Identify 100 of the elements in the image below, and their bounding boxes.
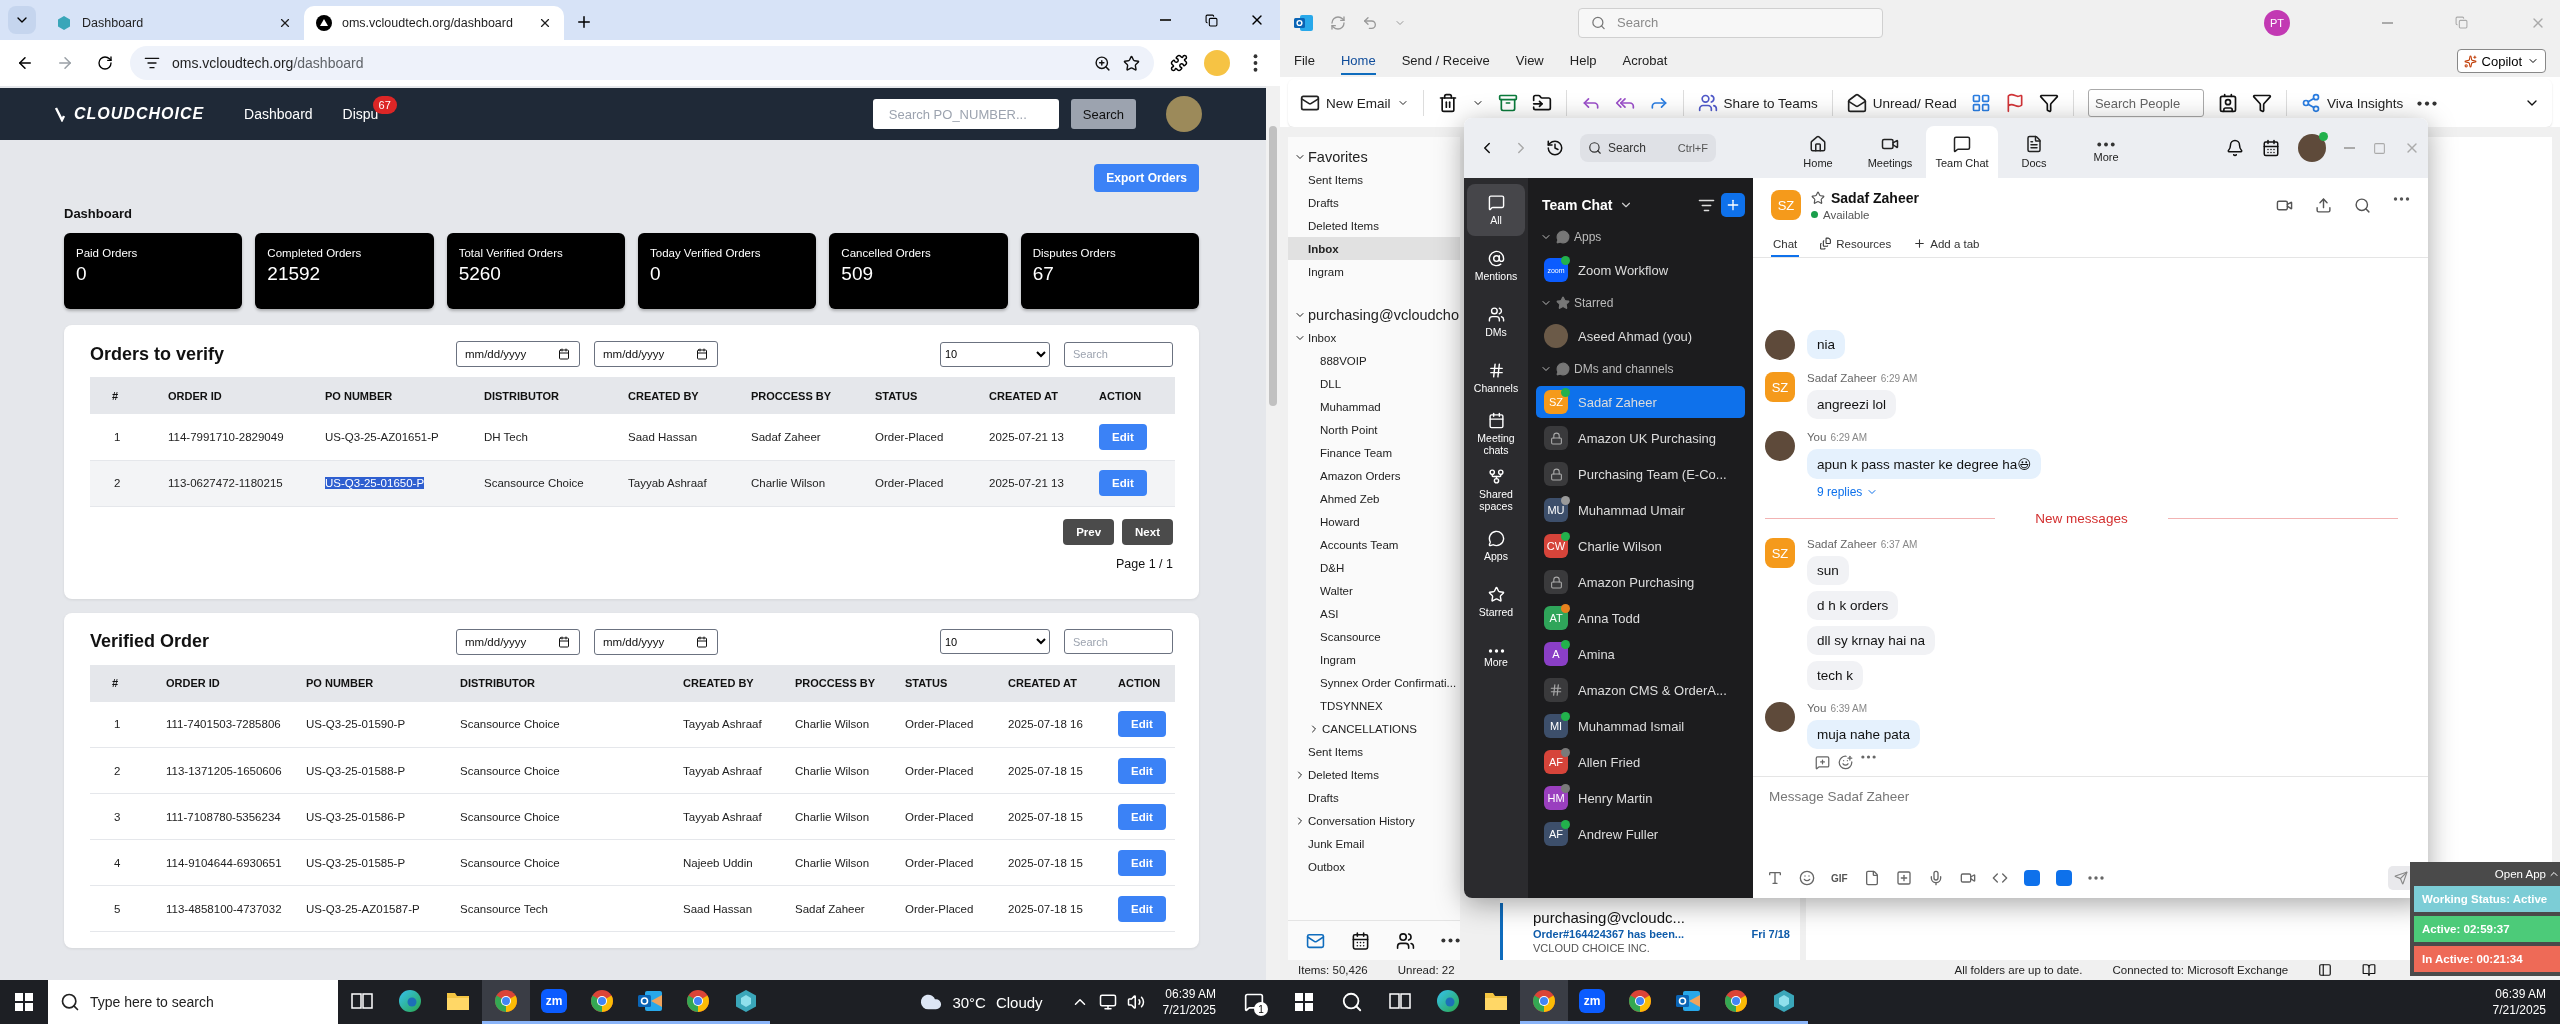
calendar-icon[interactable] xyxy=(2262,139,2280,157)
chat-list-item[interactable]: AF Allen Fried xyxy=(1536,746,1745,778)
nav-tab[interactable]: Team Chat xyxy=(1926,126,1998,178)
chat-list-item[interactable]: Aseed Ahmad (you) xyxy=(1536,320,1745,352)
trash-icon[interactable] xyxy=(1437,93,1458,113)
section-header[interactable]: Starred xyxy=(1536,288,1745,318)
search-field[interactable]: Search Ctrl+F xyxy=(1580,134,1716,162)
address-book-icon[interactable] xyxy=(2217,93,2238,113)
star-icon[interactable] xyxy=(1123,54,1140,72)
menu-tab[interactable]: Send / Receive xyxy=(1401,47,1490,75)
open-app-button[interactable]: Open App xyxy=(2414,866,2560,882)
date-field[interactable]: mm/dd/yyyy xyxy=(456,628,580,655)
normal-view-icon[interactable] xyxy=(2318,963,2333,977)
folder-item[interactable]: Junk Email xyxy=(1288,832,1460,855)
search-people-field[interactable]: Search People xyxy=(2087,89,2204,117)
avatar[interactable] xyxy=(2298,134,2326,162)
chat-list-item[interactable]: MU Muhammad Umair xyxy=(1536,494,1745,526)
edit-button[interactable]: Edit xyxy=(1118,895,1166,922)
chat-list-item[interactable]: Amazon CMS & OrderA... xyxy=(1536,674,1745,706)
reply-icon[interactable] xyxy=(1815,755,1830,770)
nav-link[interactable]: Dashboard xyxy=(244,106,313,122)
calendar-icon[interactable] xyxy=(1351,930,1370,951)
search-icon[interactable] xyxy=(2354,196,2371,214)
date-field[interactable]: mm/dd/yyyy xyxy=(594,341,718,367)
tab-search-button[interactable] xyxy=(8,6,36,34)
folder-item[interactable]: purchasing@vcloudcho xyxy=(1288,303,1460,326)
rail-item[interactable]: DMs xyxy=(1467,296,1525,348)
menu-tab[interactable]: Help xyxy=(1569,47,1597,75)
page-size-select[interactable]: 10 xyxy=(940,629,1050,654)
text-format-icon[interactable] xyxy=(1767,870,1783,886)
page-size-select[interactable]: 10 xyxy=(940,341,1050,367)
folder-item[interactable]: Outbox xyxy=(1288,855,1460,878)
nav-tab[interactable]: Home xyxy=(1782,126,1854,178)
browser-tab[interactable]: oms.vcloudtech.org/dashboard xyxy=(304,6,564,40)
chat-list-item[interactable]: AF Andrew Fuller xyxy=(1536,818,1745,850)
categories-icon[interactable] xyxy=(1970,93,1991,113)
nav-tab[interactable]: More xyxy=(2070,126,2142,178)
folder-item[interactable]: Scansource xyxy=(1288,625,1460,648)
folder-item[interactable]: Inbox xyxy=(1288,237,1460,260)
chat-list-item[interactable]: AT Anna Todd xyxy=(1536,602,1745,634)
folder-item[interactable]: Sent Items xyxy=(1288,740,1460,763)
new-email-button[interactable]: New Email xyxy=(1300,93,1409,113)
rail-item[interactable]: Meeting chats xyxy=(1467,408,1525,460)
copilot-button[interactable]: Copilot xyxy=(2456,49,2546,73)
taskbar-search-field[interactable]: Type here to search xyxy=(48,980,338,1024)
edit-button[interactable]: Edit xyxy=(1118,757,1166,784)
folder-item[interactable]: Deleted Items xyxy=(1288,763,1460,786)
edit-button[interactable]: Edit xyxy=(1118,711,1166,738)
address-bar[interactable]: oms.vcloudtech.org/dashboard xyxy=(130,46,1154,80)
export-button[interactable]: Export Orders xyxy=(1094,164,1199,192)
chat-list-item[interactable]: Amazon UK Purchasing xyxy=(1536,422,1745,454)
search-field[interactable]: Search xyxy=(1064,341,1173,367)
more-icon[interactable] xyxy=(1861,755,1876,759)
edit-button[interactable]: Edit xyxy=(1099,470,1147,496)
code-icon[interactable] xyxy=(1991,870,2008,886)
rail-item[interactable]: Mentions xyxy=(1467,240,1525,292)
chat-tab[interactable]: Chat xyxy=(1771,232,1800,257)
menu-tab[interactable]: View xyxy=(1515,47,1544,75)
folder-item[interactable]: North Point xyxy=(1288,418,1460,441)
scrollbar[interactable] xyxy=(1266,86,1280,980)
more-icon[interactable] xyxy=(2393,196,2410,201)
close-icon[interactable] xyxy=(278,16,292,30)
taskbar-app-button[interactable] xyxy=(1520,980,1568,1024)
rail-item[interactable]: More xyxy=(1467,632,1525,684)
search-button[interactable]: Search xyxy=(1070,99,1136,129)
rail-item[interactable]: All xyxy=(1467,184,1525,236)
menu-tab[interactable]: Home xyxy=(1340,47,1376,75)
emoji-icon[interactable] xyxy=(1799,870,1815,886)
folder-item[interactable]: Ingram xyxy=(1288,260,1460,283)
folder-item[interactable]: Drafts xyxy=(1288,786,1460,809)
gif-button[interactable]: GIF xyxy=(1831,872,1848,884)
share-screen-icon[interactable] xyxy=(2315,196,2332,214)
next-button[interactable]: Next xyxy=(1122,518,1173,545)
folder-item[interactable]: Amazon Orders xyxy=(1288,464,1460,487)
app-icon[interactable] xyxy=(2023,870,2040,886)
people-icon[interactable] xyxy=(1396,930,1415,951)
section-header[interactable]: DMs and channels xyxy=(1536,354,1745,384)
folder-item[interactable]: D&H xyxy=(1288,556,1460,579)
close-icon[interactable] xyxy=(538,16,552,30)
folder-item[interactable]: Muhammad xyxy=(1288,395,1460,418)
nav-tab[interactable]: Meetings xyxy=(1854,126,1926,178)
folder-item[interactable]: Walter xyxy=(1288,579,1460,602)
folder-item[interactable]: Finance Team xyxy=(1288,441,1460,464)
archive-icon[interactable] xyxy=(1497,93,1518,113)
history-icon[interactable] xyxy=(1546,139,1564,157)
unread-read-button[interactable]: Unread/ Read xyxy=(1846,93,1957,113)
filter-icon[interactable] xyxy=(2251,93,2272,113)
taskbar-app-button[interactable] xyxy=(482,980,530,1024)
edit-button[interactable]: Edit xyxy=(1118,849,1166,876)
account-avatar[interactable]: PT xyxy=(2264,9,2290,36)
more-icon[interactable] xyxy=(1441,938,1460,943)
folder-item[interactable]: Deleted Items xyxy=(1288,214,1460,237)
rail-item[interactable]: Apps xyxy=(1467,520,1525,572)
chat-list-item[interactable]: HM Henry Martin xyxy=(1536,782,1745,814)
taskbar-app-button[interactable]: zm xyxy=(530,980,578,1024)
zoom-icon[interactable] xyxy=(1094,54,1111,72)
bell-icon[interactable] xyxy=(2226,139,2244,157)
folder-item[interactable]: Synnex Order Confirmati... xyxy=(1288,671,1460,694)
chat-tab[interactable]: Resources xyxy=(1817,232,1894,257)
replies-link[interactable]: 9 replies xyxy=(1807,485,1879,499)
